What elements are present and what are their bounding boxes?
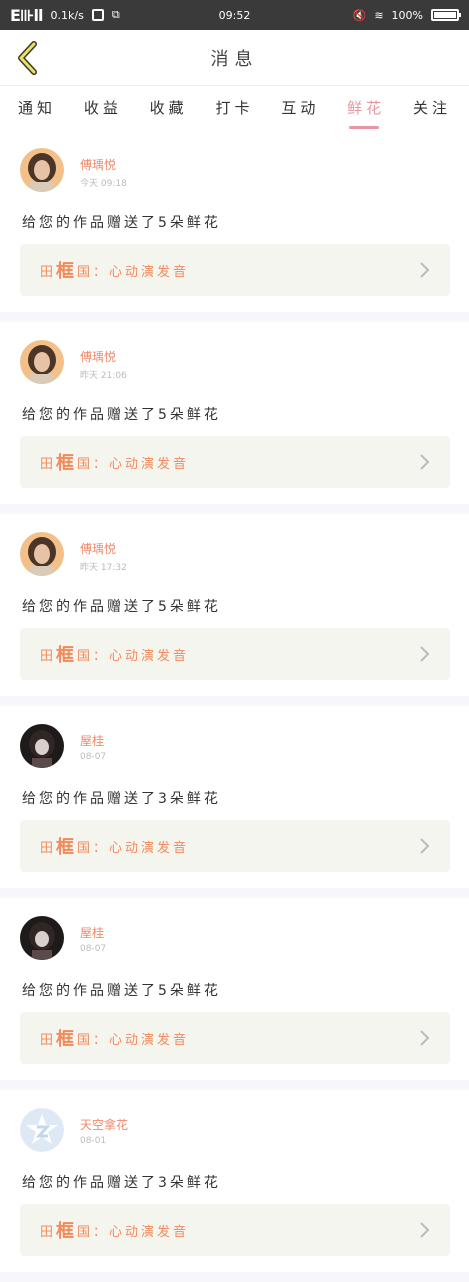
avatar-image (20, 724, 64, 768)
work-link[interactable]: 田 框 国：心动演发音 (20, 1012, 450, 1064)
avatar-image (20, 148, 64, 192)
work-title-prefix: 田 (40, 264, 57, 280)
timestamp: 08-07 (80, 944, 107, 954)
chevron-right-icon (420, 1030, 430, 1046)
work-title: 国：心动演发音 (77, 1224, 190, 1240)
avatar[interactable] (20, 532, 64, 576)
chevron-right-icon (420, 1222, 430, 1238)
tab-interaction[interactable]: 互动 (281, 97, 319, 118)
sender-name[interactable]: 屋桂 (80, 924, 104, 941)
work-title-big: 框 (56, 261, 78, 282)
tab-label: 关注 (412, 98, 451, 117)
work-title: 国：心动演发音 (77, 648, 190, 664)
page-title: 消息 (210, 48, 259, 70)
sender-name[interactable]: 傅瑀悦 (80, 540, 116, 557)
tab-label: 互动 (281, 98, 320, 117)
work-title-big: 框 (56, 453, 78, 474)
timestamp: 08-07 (80, 752, 107, 762)
timestamp: 今天 09:18 (80, 179, 127, 189)
work-title-big: 框 (56, 645, 78, 666)
work-title-big: 框 (56, 1029, 78, 1050)
tab-checkin[interactable]: 打卡 (215, 97, 253, 118)
message-text: 给您的作品赠送了5朵鲜花 (22, 215, 221, 231)
tab-income[interactable]: 收益 (84, 97, 122, 118)
tab-label: 打卡 (215, 98, 254, 117)
chevron-right-icon (420, 838, 430, 854)
avatar[interactable] (20, 340, 64, 384)
work-title-prefix: 田 (40, 456, 57, 472)
timestamp: 昨天 17:32 (80, 563, 127, 573)
tab-label: 鲜花 (347, 98, 386, 117)
work-title-big: 框 (56, 1221, 78, 1242)
work-title: 国：心动演发音 (77, 264, 190, 280)
avatar[interactable] (20, 148, 64, 192)
status-bar: E⊪ll 0.1k/s ⧉ 09:52 🔇 ≋ 100% (0, 0, 469, 30)
message-text: 给您的作品赠送了5朵鲜花 (22, 599, 221, 615)
work-title-prefix: 田 (40, 648, 57, 664)
list-item: 屋桂 08-07 给您的作品赠送了3朵鲜花 田 框 国：心动演发音 (0, 706, 469, 898)
work-link[interactable]: 田 框 国：心动演发音 (20, 1204, 450, 1256)
message-text: 给您的作品赠送了5朵鲜花 (22, 983, 221, 999)
sender-name[interactable]: 屋桂 (80, 732, 104, 749)
timestamp: 昨天 21:06 (80, 371, 127, 381)
app-header: 消息 (0, 30, 469, 86)
message-text: 给您的作品赠送了5朵鲜花 (22, 407, 221, 423)
work-link[interactable]: 田 框 国：心动演发音 (20, 244, 450, 296)
list-item: 天空拿花 08-01 给您的作品赠送了3朵鲜花 田 框 国：心动演发音 (0, 1090, 469, 1282)
list-item: 傅瑀悦 今天 09:18 给您的作品赠送了5朵鲜花 田 框 国：心动演发音 (0, 130, 469, 322)
back-button[interactable] (10, 40, 46, 76)
sender-name[interactable]: 天空拿花 (80, 1116, 128, 1133)
tab-bar: 通知 收益 收藏 打卡 互动 鲜花 关注 (0, 87, 469, 129)
message-text: 给您的作品赠送了3朵鲜花 (22, 1175, 221, 1191)
battery-icon (431, 9, 461, 21)
default-avatar-icon (20, 1108, 64, 1152)
list-item: 屋桂 08-07 给您的作品赠送了5朵鲜花 田 框 国：心动演发音 (0, 898, 469, 1090)
avatar-image (20, 532, 64, 576)
work-title: 国：心动演发音 (77, 456, 190, 472)
avatar[interactable] (20, 916, 64, 960)
flower-message-list: 傅瑀悦 今天 09:18 给您的作品赠送了5朵鲜花 田 框 国：心动演发音 傅瑀… (0, 130, 469, 1282)
list-item: 傅瑀悦 昨天 17:32 给您的作品赠送了5朵鲜花 田 框 国：心动演发音 (0, 514, 469, 706)
sender-name[interactable]: 傅瑀悦 (80, 348, 116, 365)
sender-name[interactable]: 傅瑀悦 (80, 156, 116, 173)
avatar-image (20, 916, 64, 960)
work-link[interactable]: 田 框 国：心动演发音 (20, 628, 450, 680)
avatar-image (20, 340, 64, 384)
tab-label: 通知 (18, 98, 57, 117)
chevron-right-icon (420, 454, 430, 470)
status-time: 09:52 (218, 8, 251, 22)
work-title-prefix: 田 (40, 840, 57, 856)
tab-notify[interactable]: 通知 (18, 97, 56, 118)
tab-flowers[interactable]: 鲜花 (347, 97, 386, 129)
work-title-prefix: 田 (40, 1224, 57, 1240)
chevron-right-icon (420, 262, 430, 278)
tab-label: 收益 (83, 98, 122, 117)
chevron-right-icon (420, 646, 430, 662)
chevron-left-icon (18, 41, 37, 75)
tab-favorites[interactable]: 收藏 (150, 97, 188, 118)
work-link[interactable]: 田 框 国：心动演发音 (20, 820, 450, 872)
tab-label: 收藏 (149, 98, 188, 117)
avatar[interactable] (20, 724, 64, 768)
work-title: 国：心动演发音 (77, 840, 190, 856)
avatar[interactable] (20, 1108, 64, 1152)
work-title-big: 框 (56, 837, 78, 858)
active-tab-indicator (349, 125, 380, 129)
work-title-prefix: 田 (40, 1032, 57, 1048)
message-text: 给您的作品赠送了3朵鲜花 (22, 791, 221, 807)
work-link[interactable]: 田 框 国：心动演发音 (20, 436, 450, 488)
work-title: 国：心动演发音 (77, 1032, 190, 1048)
list-item: 傅瑀悦 昨天 21:06 给您的作品赠送了5朵鲜花 田 框 国：心动演发音 (0, 322, 469, 514)
timestamp: 08-01 (80, 1136, 107, 1146)
tab-follow[interactable]: 关注 (413, 97, 451, 118)
